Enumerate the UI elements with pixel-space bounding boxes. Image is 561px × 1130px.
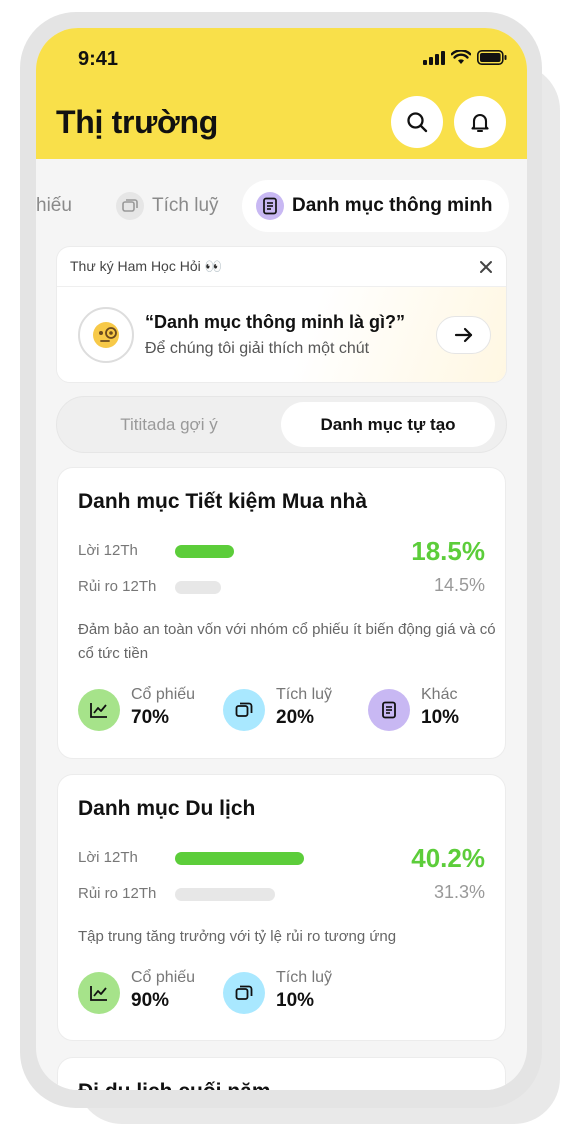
allocation-savings: Tích luỹ 10% bbox=[223, 969, 332, 1014]
savings-icon bbox=[223, 972, 265, 1014]
category-tabs: hiếu Tích luỹ Danh mục thông minh bbox=[36, 180, 527, 232]
allocation-percent: 70% bbox=[131, 707, 170, 728]
risk-label: Rủi ro 12Th bbox=[78, 885, 157, 902]
portfolio-card[interactable]: Đi du lịch cuối năm bbox=[57, 1057, 506, 1090]
segment-custom[interactable]: Danh mục tự tạo bbox=[281, 402, 495, 447]
battery-icon bbox=[477, 50, 507, 65]
profit-label: Lời 12Th bbox=[78, 849, 138, 866]
assistant-subtitle: Để chúng tôi giải thích một chút bbox=[145, 340, 370, 357]
allocation-name: Khác bbox=[421, 686, 458, 703]
allocation-name: Cổ phiếu bbox=[131, 686, 196, 703]
portfolio-segment: Tititada gợi ý Danh mục tự tạo bbox=[56, 396, 507, 453]
close-icon[interactable] bbox=[479, 260, 493, 274]
allocation-percent: 20% bbox=[276, 707, 315, 728]
search-button[interactable] bbox=[391, 96, 443, 148]
notification-button[interactable] bbox=[454, 96, 506, 148]
bell-icon bbox=[471, 113, 489, 133]
monocle-face-icon bbox=[93, 322, 119, 348]
stock-chart-icon bbox=[78, 689, 120, 731]
profit-bar bbox=[175, 852, 304, 865]
assistant-title: Thư ký Ham Học Hỏi 👀 bbox=[70, 258, 223, 274]
tab-label: Danh mục thông minh bbox=[292, 195, 493, 216]
assistant-question: “Danh mục thông minh là gì?” bbox=[145, 312, 405, 332]
segment-suggested[interactable]: Tititada gợi ý bbox=[57, 397, 281, 452]
savings-icon bbox=[223, 689, 265, 731]
tab-savings[interactable]: Tích luỹ bbox=[116, 180, 219, 232]
risk-value: 14.5% bbox=[433, 575, 485, 595]
allocation-name: Tích luỹ bbox=[276, 686, 333, 703]
allocation-other: Khác 10% bbox=[368, 686, 459, 731]
portfolio-title: Đi du lịch cuối năm bbox=[78, 1080, 271, 1090]
risk-label: Rủi ro 12Th bbox=[78, 578, 157, 595]
document-icon bbox=[368, 689, 410, 731]
allocation-name: Cổ phiếu bbox=[131, 969, 196, 986]
portfolio-title: Danh mục Du lịch bbox=[78, 797, 256, 820]
header: 9:41 Thị trường bbox=[36, 28, 527, 159]
allocation-percent: 10% bbox=[421, 707, 460, 728]
tab-label: Tích luỹ bbox=[152, 195, 219, 216]
assistant-open-button[interactable] bbox=[436, 316, 491, 354]
assistant-body: “Danh mục thông minh là gì?” Để chúng tô… bbox=[57, 287, 506, 382]
allocation-percent: 90% bbox=[131, 990, 170, 1011]
tab-stocks[interactable]: hiếu bbox=[36, 180, 72, 232]
search-icon bbox=[407, 112, 428, 133]
portfolio-description: Tập trung tăng trưởng với tỷ lệ rủi ro t… bbox=[78, 928, 397, 945]
app-screen: 9:41 Thị trường hiếu Tích luỹ Danh mục t… bbox=[36, 28, 527, 1090]
profit-value: 40.2% bbox=[411, 843, 485, 873]
assistant-card[interactable]: Thư ký Ham Học Hỏi 👀 “Danh mục thông min… bbox=[56, 246, 507, 383]
savings-icon bbox=[116, 192, 144, 220]
page-title: Thị trường bbox=[56, 104, 219, 140]
assistant-header: Thư ký Ham Học Hỏi 👀 bbox=[57, 247, 506, 287]
risk-bar bbox=[175, 581, 221, 594]
tab-smart-portfolio[interactable]: Danh mục thông minh bbox=[242, 180, 509, 232]
document-icon bbox=[256, 192, 284, 220]
stock-chart-icon bbox=[78, 972, 120, 1014]
profit-label: Lời 12Th bbox=[78, 542, 138, 559]
status-time: 9:41 bbox=[78, 48, 119, 70]
profit-value: 18.5% bbox=[411, 536, 485, 566]
wifi-icon bbox=[451, 50, 471, 64]
arrow-right-icon bbox=[454, 327, 472, 343]
allocation-name: Tích luỹ bbox=[276, 969, 333, 986]
allocation-stocks: Cổ phiếu 70% bbox=[78, 686, 195, 731]
allocation-savings: Tích luỹ 20% bbox=[223, 686, 332, 731]
signal-icon bbox=[423, 50, 445, 65]
risk-value: 31.3% bbox=[433, 882, 485, 902]
allocation-stocks: Cổ phiếu 90% bbox=[78, 969, 195, 1014]
status-icons bbox=[423, 50, 507, 65]
tab-label: hiếu bbox=[36, 195, 72, 216]
portfolio-card[interactable]: Danh mục Du lịch Lời 12Th 40.2% Rủi ro 1… bbox=[57, 774, 506, 1041]
assistant-avatar bbox=[78, 307, 134, 363]
allocation-percent: 10% bbox=[276, 990, 315, 1011]
portfolio-description: Đảm bảo an toàn vốn với nhóm cổ phiếu ít… bbox=[78, 621, 496, 662]
profit-bar bbox=[175, 545, 234, 558]
portfolio-card[interactable]: Danh mục Tiết kiệm Mua nhà Lời 12Th 18.5… bbox=[57, 467, 506, 759]
risk-bar bbox=[175, 888, 275, 901]
portfolio-title: Danh mục Tiết kiệm Mua nhà bbox=[78, 490, 368, 513]
